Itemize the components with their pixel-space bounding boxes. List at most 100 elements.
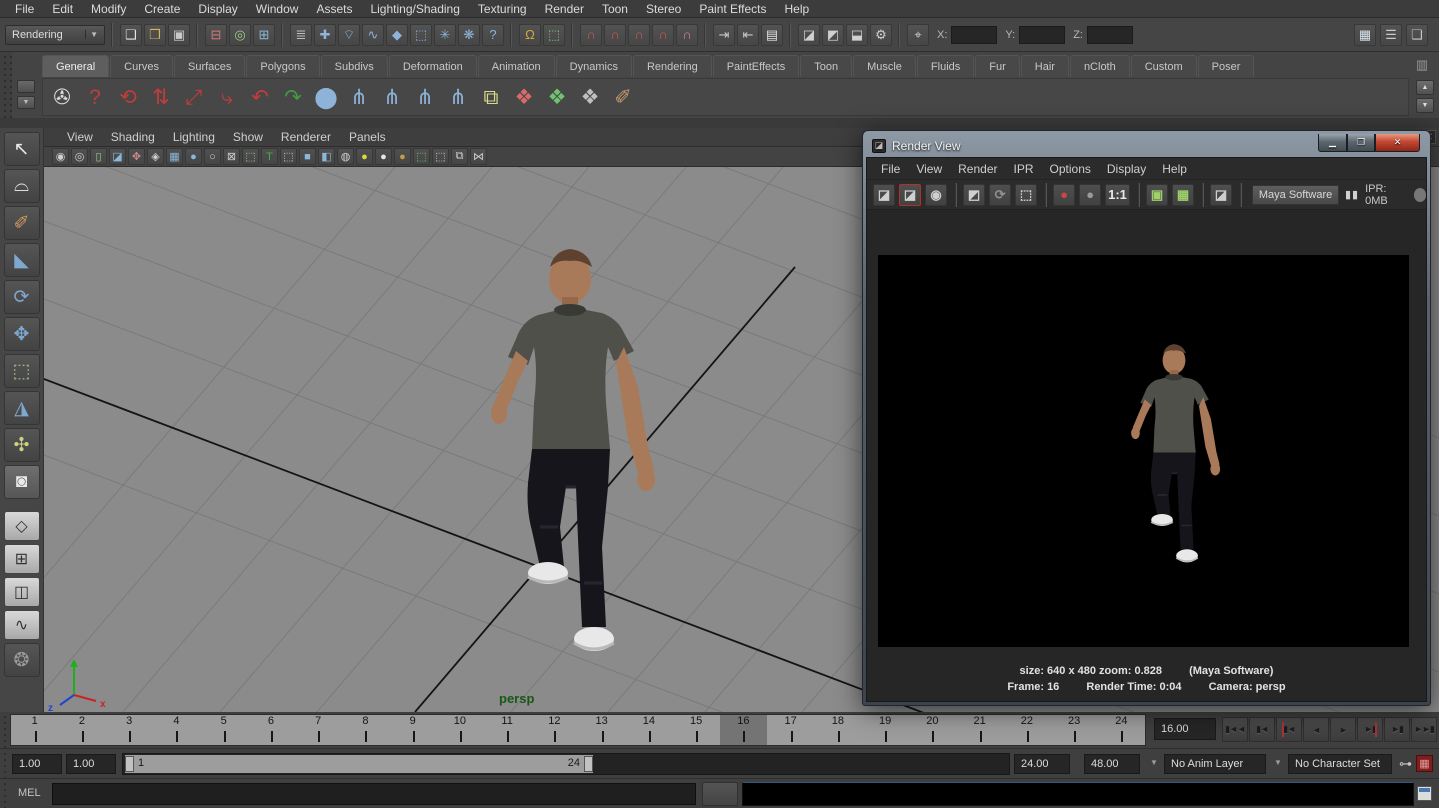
select-deformations-icon[interactable]: ⬚ [410,24,432,46]
toolbar-separator[interactable] [702,23,709,47]
select-surfaces-icon[interactable]: ◆ [386,24,408,46]
mel-input[interactable] [52,783,696,805]
toolbar-separator[interactable] [569,23,576,47]
dock-grip[interactable] [0,52,12,118]
smooth-shade-icon[interactable]: ○ [204,148,221,165]
lock-selection-icon[interactable]: Ω [519,24,541,46]
timeline-frame[interactable]: 6 [247,715,294,745]
timeline-frame[interactable]: 4 [153,715,200,745]
timeline-frame[interactable]: 12 [531,715,578,745]
timeline-track[interactable]: 16 1234567891011121314151617181920212223… [10,714,1146,746]
textured-mode-icon[interactable]: ● [185,148,202,165]
render-view-menu-item[interactable]: IPR [1006,161,1042,177]
select-points-icon[interactable]: ✚ [314,24,336,46]
camera-fly-icon[interactable]: ⤷ [212,82,242,112]
timeline-frame[interactable]: 11 [484,715,531,745]
timeline-frame[interactable]: 14 [625,715,672,745]
command-splitter[interactable] [702,782,738,806]
viewport-menu-item[interactable]: Show [224,129,272,145]
shelf-tab[interactable]: Subdivs [321,55,388,77]
xray-icon[interactable]: ⊠ [223,148,240,165]
shaded-cube-icon[interactable]: ■ [299,148,316,165]
pan-zoom-icon[interactable]: ✥ [128,148,145,165]
shelf-tab[interactable]: Dynamics [556,55,632,77]
image-plane-icon[interactable]: ◪ [109,148,126,165]
select-object-type-icon[interactable]: ❖ [509,82,539,112]
single-view-icon[interactable]: ⬚ [432,148,449,165]
attribute-editor-icon[interactable]: ❏ [1406,24,1428,46]
select-tool-icon[interactable]: ↖ [4,132,40,166]
rgb-channels-icon[interactable]: ● [1053,184,1075,206]
render-view-menu-item[interactable]: Render [950,161,1005,177]
white-light-icon[interactable]: ● [375,148,392,165]
tool-settings-icon[interactable]: ☰ [1380,24,1402,46]
coordinate-input-icon[interactable]: ⌖ [907,24,929,46]
minimize-button[interactable]: ▁ [1318,134,1347,152]
multi-view-icon[interactable]: ⧉ [451,148,468,165]
ik-handle-icon[interactable]: ⋔ [377,82,407,112]
menu-item[interactable]: Lighting/Shading [361,1,468,17]
shelf-tab[interactable]: Surfaces [174,55,245,77]
move-tool-icon[interactable]: ◣ [4,243,40,277]
character-model[interactable] [491,249,655,651]
lasso-tool-icon[interactable]: ⌓ [4,169,40,203]
x-coordinate-input[interactable] [951,26,997,44]
play-forwards-button[interactable]: ► [1330,717,1356,742]
maximize-button[interactable]: ❐ [1347,134,1375,152]
render-view-menu-item[interactable]: View [908,161,950,177]
range-end-handle[interactable] [584,756,593,772]
timeline-frame[interactable]: 10 [436,715,483,745]
timeline-frame[interactable]: 22 [1003,715,1050,745]
wireframe-icon[interactable]: ◈ [147,148,164,165]
script-editor-icon[interactable] [1417,786,1432,801]
shelf-tab[interactable]: PaintEffects [713,55,800,77]
hypergraph-icon[interactable]: ⧉ [476,82,506,112]
new-scene-icon[interactable]: ❑ [120,24,142,46]
keep-image-icon[interactable]: ▣ [1146,184,1168,206]
select-component-type-icon[interactable]: ❖ [542,82,572,112]
chevron-down-icon[interactable]: ▼ [85,30,98,39]
viewport-menu-item[interactable]: Shading [102,129,164,145]
z-coordinate-input[interactable] [1087,26,1133,44]
hud-text-icon[interactable]: T [261,148,278,165]
joint-tool-icon[interactable]: ⋔ [344,82,374,112]
shelf-tab[interactable]: Custom [1131,55,1197,77]
viewport-menu-item[interactable]: Lighting [164,129,224,145]
select-dynamics-icon[interactable]: ❋ [458,24,480,46]
graph-pane-layout-icon[interactable]: ∿ [4,610,40,640]
timeline-frame[interactable]: 21 [956,715,1003,745]
menu-item[interactable]: Paint Effects [690,1,775,17]
auto-keyframe-icon[interactable]: ▦ [1416,755,1433,772]
paint-brush-icon[interactable]: ✐ [608,82,638,112]
texture-placement-icon[interactable]: ⬚ [242,148,259,165]
bookmarks-icon[interactable]: ▯ [90,148,107,165]
open-scene-icon[interactable]: ❒ [144,24,166,46]
gold-light-icon[interactable]: ● [394,148,411,165]
camera-attributes-icon[interactable]: ◎ [71,148,88,165]
anim-layer-field[interactable]: No Anim Layer [1164,754,1266,774]
dock-grip[interactable] [0,712,8,748]
shelf-tab[interactable]: Fluids [917,55,974,77]
timeline-frame[interactable]: 9 [389,715,436,745]
render-sphere-icon[interactable]: ◍ [337,148,354,165]
step-back-key-button[interactable]: ▮◄ [1276,717,1302,742]
timeline-frame[interactable]: 15 [673,715,720,745]
select-hierarchy-type-icon[interactable]: ❖ [575,82,605,112]
snap-to-planes-icon[interactable]: ∩ [652,24,674,46]
shelf-tab[interactable]: Poser [1198,55,1255,77]
share-view-icon[interactable]: ⋈ [470,148,487,165]
current-tool-camera-icon[interactable]: ◙ [4,465,40,499]
playback-range[interactable]: 1 24 [125,755,593,773]
viewport-menu-item[interactable]: Renderer [272,129,340,145]
shelf-tab[interactable]: Polygons [246,55,319,77]
timeline-frame[interactable]: 16 [720,715,767,745]
four-pane-layout-icon[interactable]: ⊞ [4,544,40,574]
shelf-tab[interactable]: Hair [1021,55,1069,77]
render-view-menu-item[interactable]: Options [1042,161,1099,177]
camera-select-icon[interactable]: ◉ [52,148,69,165]
open-render-settings-icon[interactable]: ◪ [1210,184,1232,206]
transparent-cube-icon[interactable]: ◧ [318,148,335,165]
timeline-frame[interactable]: 2 [58,715,105,745]
redo-previous-render-icon[interactable]: ◪ [899,184,921,206]
snap-to-grids-icon[interactable]: ∩ [580,24,602,46]
